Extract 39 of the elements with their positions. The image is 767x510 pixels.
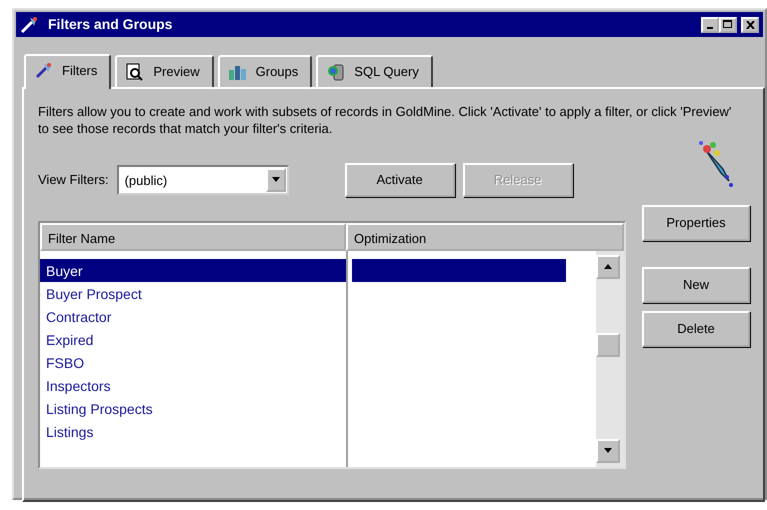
activate-button[interactable]: Activate — [344, 162, 455, 196]
window-title: Filters and Groups — [48, 15, 172, 34]
list-item[interactable]: Inspectors — [40, 374, 346, 396]
down-arrow-icon — [604, 448, 612, 453]
side-button[interactable]: New — [642, 266, 750, 302]
list-item[interactable]: Buyer — [40, 258, 346, 282]
column-header[interactable]: Filter Name — [40, 222, 346, 250]
list-item[interactable]: Listing Prospects — [40, 396, 346, 420]
field-label: View Filters: — [38, 170, 109, 189]
close-icon — [746, 20, 754, 29]
wand-icon — [34, 62, 54, 80]
minimize-icon — [707, 26, 713, 29]
minimize-button[interactable] — [701, 16, 719, 32]
maximize-icon — [723, 20, 733, 30]
scrollbar[interactable] — [596, 250, 624, 466]
dropdown-arrow-icon — [272, 177, 280, 182]
tab[interactable]: SQL Query — [316, 55, 433, 86]
list-item[interactable]: Expired — [40, 328, 346, 350]
close-button[interactable] — [741, 16, 759, 32]
list-item[interactable]: Contractor — [40, 304, 346, 328]
tab[interactable]: Filters — [24, 54, 112, 88]
scroll-thumb[interactable] — [596, 332, 620, 356]
tab[interactable]: Preview — [115, 55, 214, 86]
list-item[interactable]: FSBO — [40, 350, 346, 374]
description-text: Filters allow you to create and work with subsets of records in GoldMine. Click 'Activate' to apply a filter, or click 'Preview' to see those records that match your filter's criteria. — [38, 102, 732, 136]
magnifier-page-icon — [125, 62, 146, 81]
side-button[interactable]: Delete — [642, 310, 750, 346]
up-arrow-icon — [604, 264, 612, 269]
database-icon — [326, 62, 346, 81]
scroll-up-button[interactable] — [596, 254, 620, 278]
side-button[interactable]: Properties — [642, 204, 750, 240]
view-filters-dropdown[interactable]: (public) — [116, 164, 289, 194]
list-item[interactable]: Listings — [40, 420, 346, 442]
tab[interactable]: Groups — [218, 55, 312, 86]
maximize-button[interactable] — [719, 16, 737, 32]
scroll-down-button[interactable] — [596, 438, 620, 462]
column-header[interactable]: Optimization — [346, 222, 624, 250]
wand-icon — [20, 16, 40, 34]
list-item[interactable]: Buyer Prospect — [40, 282, 346, 304]
